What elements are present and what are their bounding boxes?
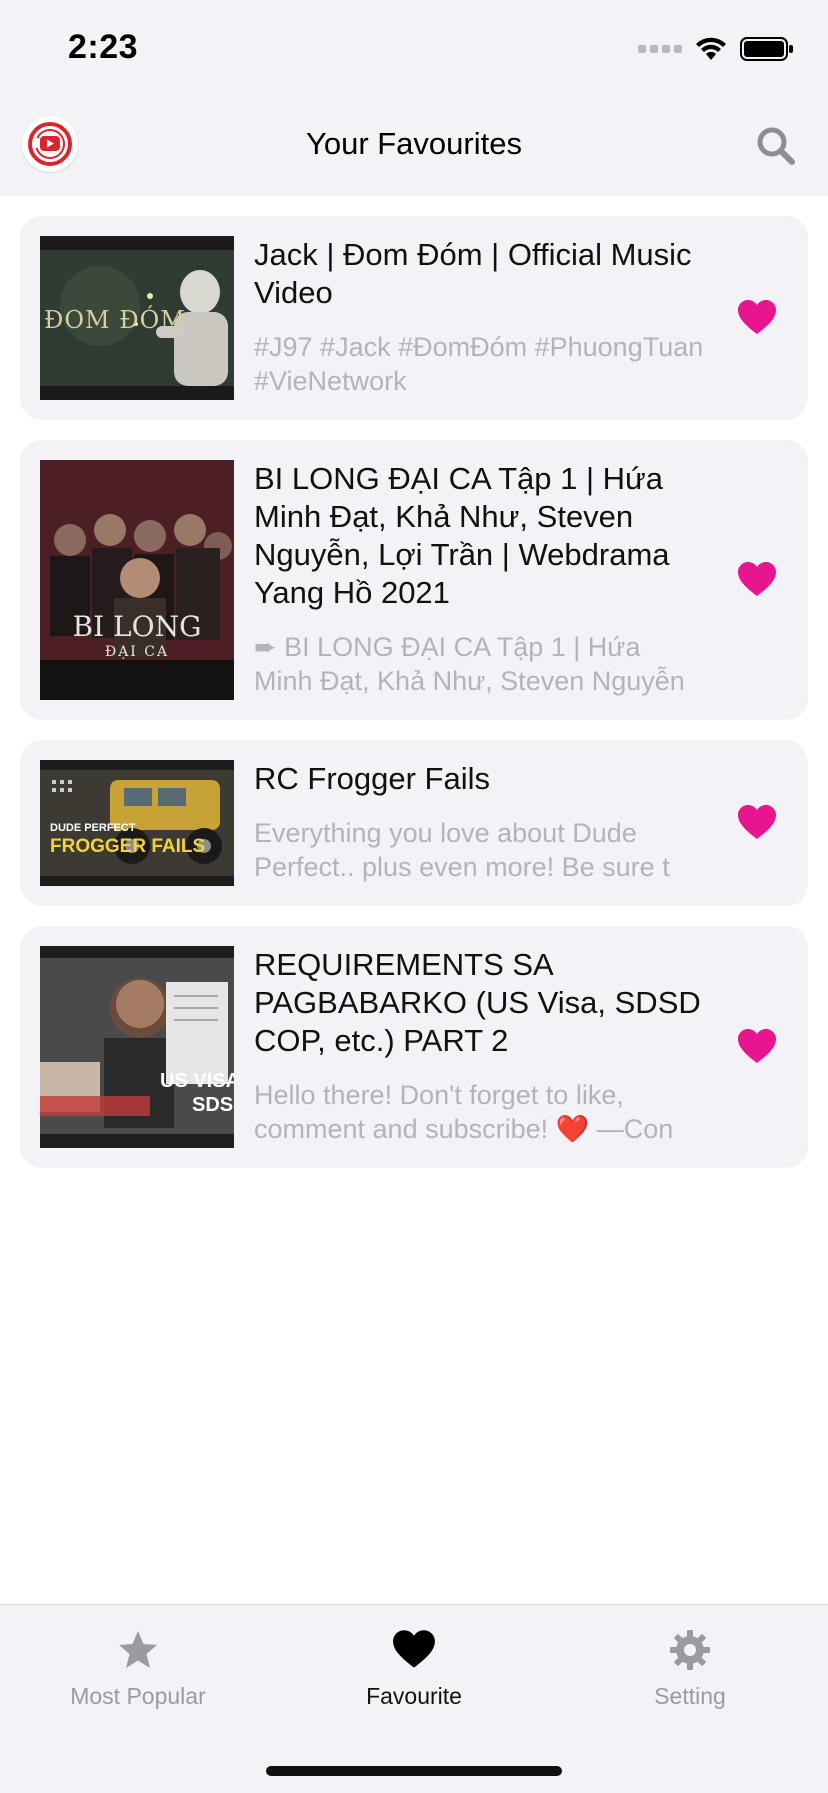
thumbnail-subcaption: SDSD C <box>192 1094 234 1116</box>
wifi-icon <box>696 37 726 60</box>
battery-icon <box>740 37 793 61</box>
page-title: Your Favourites <box>306 126 522 161</box>
video-card[interactable]: ĐOM ĐÓM Jack | Đom Đóm | Official Music … <box>20 216 808 420</box>
favourite-button[interactable] <box>736 297 778 339</box>
thumbnail-caption: ĐOM ĐÓM <box>44 306 186 334</box>
tab-label: Setting <box>654 1683 726 1709</box>
video-text: BI LONG ĐẠI CA Tập 1 | Hứa Minh Đạt, Khả… <box>254 460 704 698</box>
status-time: 2:23 <box>68 28 139 66</box>
thumbnail-subcaption: FROGGER FAILS <box>50 836 206 857</box>
video-text: REQUIREMENTS SA PAGBABARKO (US Visa, SDS… <box>254 946 704 1146</box>
heart-icon <box>738 1029 776 1063</box>
favourites-list: ĐOM ĐÓM Jack | Đom Đóm | Official Music … <box>20 216 808 1188</box>
tab-label: Most Popular <box>70 1683 206 1709</box>
favourite-button[interactable] <box>736 559 778 601</box>
tab-setting[interactable]: Setting <box>552 1627 828 1710</box>
video-title: RC Frogger Fails <box>254 761 490 796</box>
video-description: #J97 #Jack #ĐomĐóm #PhuongTuan #VieNetwo… <box>254 332 704 396</box>
thumbnail-subcaption: ĐẠI CA <box>104 644 170 660</box>
video-description: Hello there! Don't forget to like, comme… <box>254 1080 674 1144</box>
thumbnail-caption: BI LONG <box>72 610 202 643</box>
video-title: Jack | Đom Đóm | Official Music Video <box>254 237 692 310</box>
heart-icon <box>738 805 776 839</box>
thumbnail-caption: DUDE PERFECT <box>50 822 136 834</box>
video-text: Jack | Đom Đóm | Official Music Video #J… <box>254 236 704 398</box>
video-description: Everything you love about Dude Perfect..… <box>254 818 670 882</box>
video-card[interactable]: DUDE PERFECT FROGGER FAILS RC Frogger Fa… <box>20 740 808 906</box>
heart-icon <box>738 562 776 596</box>
video-thumbnail[interactable]: US VISA SDSD C <box>40 946 234 1148</box>
gear-icon <box>552 1627 828 1673</box>
status-bar: 2:23 <box>0 0 828 100</box>
video-title: BI LONG ĐẠI CA Tập 1 | Hứa Minh Đạt, Khả… <box>254 461 670 610</box>
video-card[interactable]: BI LONG ĐẠI CA BI LONG ĐẠI CA Tập 1 | Hứ… <box>20 440 808 720</box>
heart-icon <box>738 300 776 334</box>
search-icon <box>757 127 795 165</box>
tab-label: Favourite <box>366 1683 462 1709</box>
video-thumbnail[interactable]: DUDE PERFECT FROGGER FAILS <box>40 760 234 886</box>
video-card[interactable]: US VISA SDSD C REQUIREMENTS SA PAGBABARK… <box>20 926 808 1168</box>
video-thumbnail[interactable]: ĐOM ĐÓM <box>40 236 234 400</box>
thumbnail-caption: US VISA <box>160 1070 234 1092</box>
video-text: RC Frogger Fails Everything you love abo… <box>254 760 704 884</box>
video-thumbnail[interactable]: BI LONG ĐẠI CA <box>40 460 234 700</box>
home-indicator <box>266 1766 562 1776</box>
favourite-button[interactable] <box>736 802 778 844</box>
signal-icon <box>638 45 682 53</box>
heart-icon <box>276 1627 552 1673</box>
video-title: REQUIREMENTS SA PAGBABARKO (US Visa, SDS… <box>254 947 701 1058</box>
tab-most-popular[interactable]: Most Popular <box>0 1627 276 1710</box>
tab-favourite[interactable]: Favourite <box>276 1627 552 1710</box>
search-button[interactable] <box>752 122 800 170</box>
star-icon <box>0 1627 276 1673</box>
video-description: ➨ BI LONG ĐẠI CA Tập 1 | Hứa Minh Đạt, K… <box>254 632 685 696</box>
navigation-header: Your Favourites <box>0 100 828 196</box>
status-icons <box>638 34 794 64</box>
tab-bar: Most Popular Favourite Setting <box>0 1604 828 1793</box>
favourite-button[interactable] <box>736 1026 778 1068</box>
